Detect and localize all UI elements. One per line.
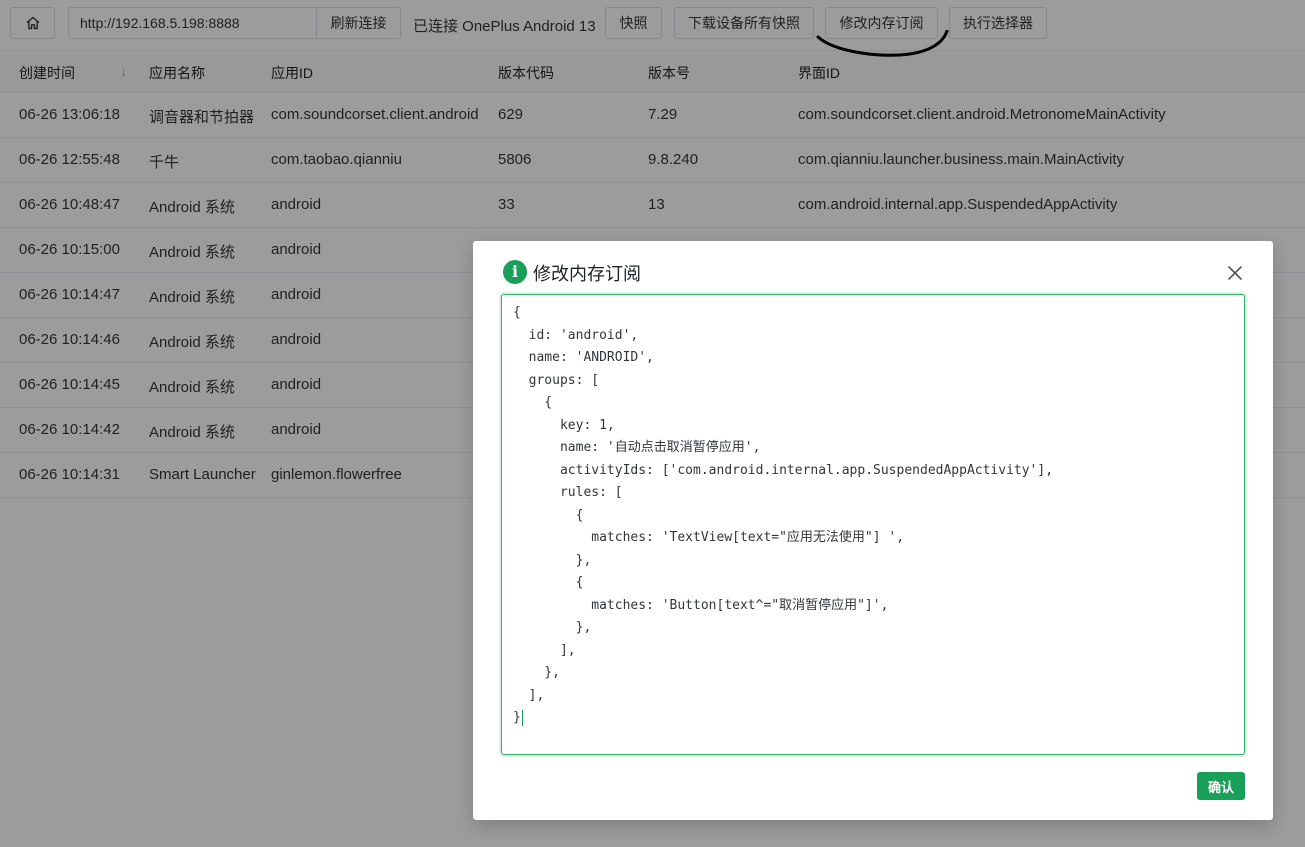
close-icon	[1228, 266, 1242, 280]
code-text: { id: 'android', name: 'ANDROID', groups…	[513, 305, 1054, 725]
close-button[interactable]	[1223, 261, 1247, 285]
text-cursor	[521, 709, 523, 726]
confirm-button[interactable]: 确认	[1197, 772, 1245, 800]
subscription-code-editor[interactable]: { id: 'android', name: 'ANDROID', groups…	[501, 294, 1245, 755]
modify-subscription-dialog: i 修改内存订阅 { id: 'android', name: 'ANDROID…	[473, 241, 1273, 820]
code-content[interactable]: { id: 'android', name: 'ANDROID', groups…	[502, 295, 1244, 737]
info-icon: i	[503, 260, 527, 284]
dialog-title: 修改内存订阅	[533, 264, 641, 284]
